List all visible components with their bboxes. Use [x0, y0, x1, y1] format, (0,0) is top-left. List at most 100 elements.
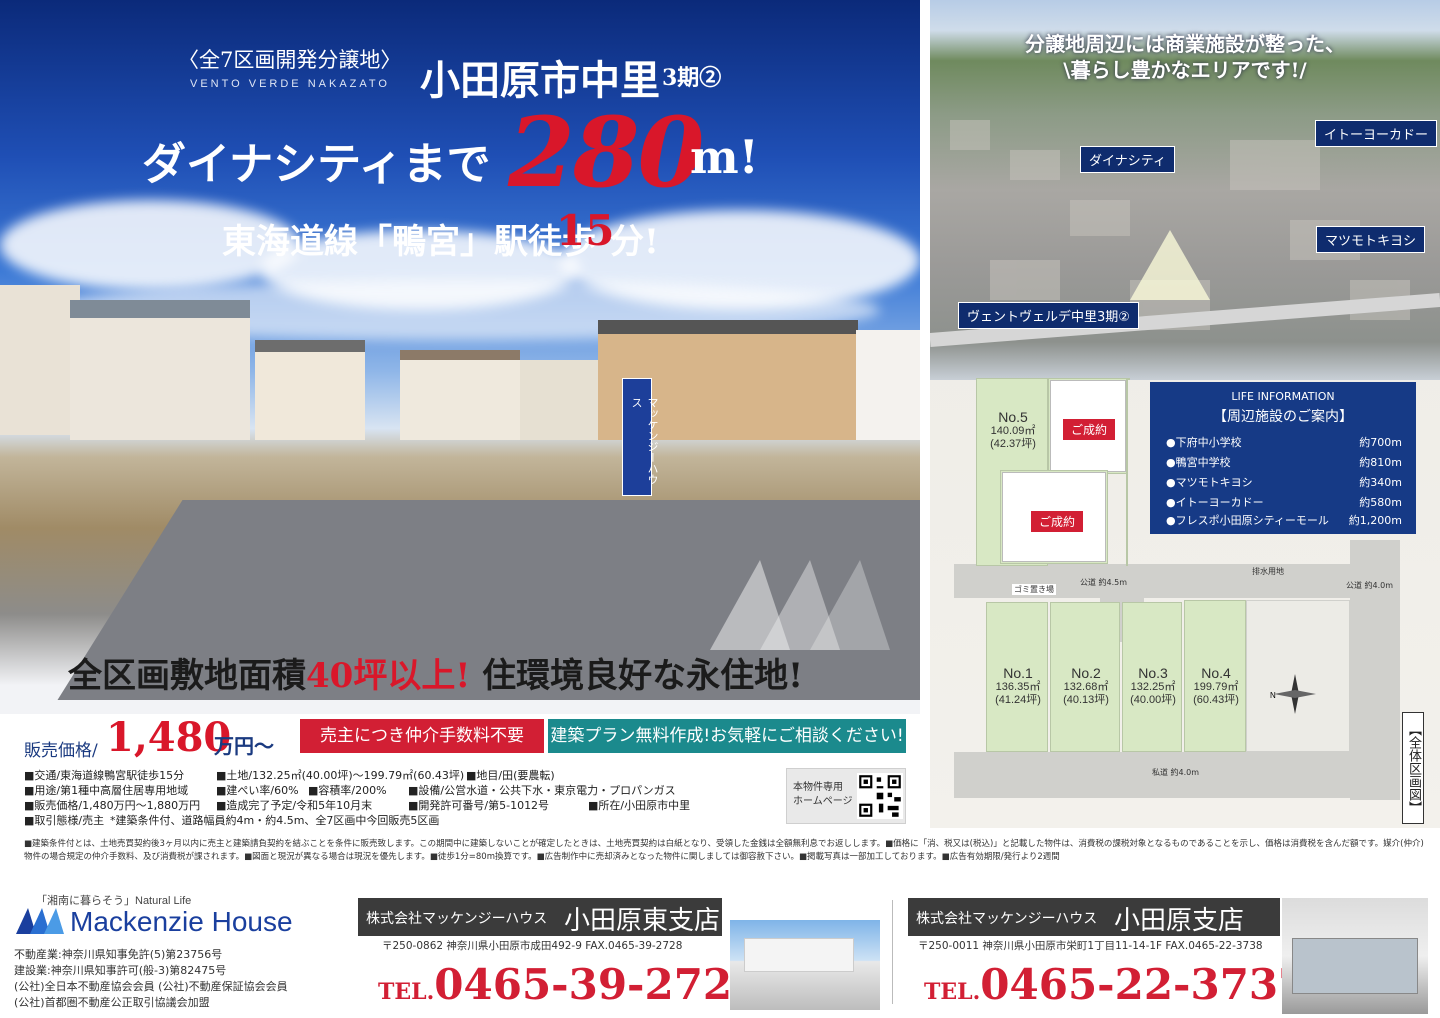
tel-number: 0465-22-3737: [980, 960, 1308, 1009]
spec-item: *建築条件付、道路幅員約4m・約4.5m、全7区画中今回販売5区画: [110, 814, 440, 827]
tel-prefix: TEL.: [924, 979, 981, 1005]
spec-item: ■設備/公営水道・公共下水・東京電力・プロパンガス: [408, 784, 676, 797]
life-title-en: LIFE INFORMATION: [1231, 390, 1335, 403]
lot-area-m2: 140.09㎡: [990, 425, 1036, 437]
license-line: 不動産業:神奈川県知事免許(5)第23756号: [14, 948, 223, 961]
lot-no2[interactable]: No.2 132.68㎡ (40.13坪): [1050, 602, 1120, 752]
lot-area-m2: 136.35㎡: [995, 681, 1041, 693]
life-item-distance: 約580m: [1359, 496, 1402, 509]
lot-area-tsubo: (42.37坪): [990, 438, 1036, 450]
spec-item: ■交通/東海道線鴨宮駅徒歩15分: [24, 769, 185, 782]
spec-item: ■容積率/200%: [308, 784, 387, 797]
license-line: (公社)首都圏不動産公正取引協議会加盟: [14, 996, 210, 1009]
store-address: 〒250-0862 神奈川県小田原市成田492-9 FAX.0465-39-27…: [382, 940, 683, 952]
life-item-distance: 約810m: [1359, 456, 1402, 469]
lot-sold-a: ご成約: [1050, 380, 1126, 472]
footer-divider: [892, 900, 893, 1004]
flag-text: マッケンジーハウス: [630, 397, 659, 485]
spec-item: ■開発許可番号/第5-1012号: [408, 799, 550, 812]
house: [400, 350, 520, 440]
brand-name: Mackenzie House: [70, 906, 293, 937]
lot-no1[interactable]: No.1 136.35㎡ (41.24坪): [986, 602, 1048, 752]
license-line: (公社)全日本不動産協会会員 (公社)不動産保証協会会員: [14, 980, 288, 993]
headline-station-prefix: 東海道線「鴨宮」駅徒歩: [222, 222, 596, 262]
lot-no4[interactable]: No.4 199.79㎡ (60.43坪): [1184, 600, 1246, 752]
phase-label: 3期②: [662, 65, 722, 91]
aerial-photo: 分譲地周辺には商業施設が整った、 \暮らし豊かなエリアです!/ イトーヨーカドー…: [930, 0, 1440, 380]
qr-code-block[interactable]: 本物件専用 ホームページ: [786, 768, 906, 824]
store-name: 小田原東支店: [564, 906, 721, 936]
road-label-private: 私道 約4.0m: [1152, 768, 1200, 777]
lot-no1-text: No.1 136.35㎡ (41.24坪): [987, 665, 1049, 707]
aerial-caption-line2: \暮らし豊かなエリアです!/: [1063, 58, 1307, 82]
store-company: 株式会社マッケンジーハウス: [916, 911, 1098, 927]
lot-sold-b: ご成約: [1002, 472, 1106, 562]
spec-item: ■販売価格/1,480万円〜1,880万円: [24, 799, 201, 812]
lot-no4-text: No.4 199.79㎡ (60.43坪): [1185, 665, 1247, 707]
lot-name: No.4: [1201, 665, 1231, 681]
lot-area-m2: 199.79㎡: [1193, 681, 1239, 693]
store-photo-east: [730, 920, 880, 1010]
hero-photo-panel: マッケンジーハウス: [0, 0, 920, 714]
svg-text:N: N: [1270, 691, 1276, 700]
house: [520, 360, 610, 440]
lot-area-tsubo: (40.13坪): [1063, 694, 1109, 706]
headline-distance-prefix: ダイナシティまで: [142, 139, 491, 190]
life-item-name: ●フレスポ小田原シティーモール: [1166, 514, 1329, 527]
english-project-name: VENTO VERDE NAKAZATO: [190, 78, 390, 90]
price-value: 1,480: [106, 714, 232, 761]
lot-area-m2: 132.68㎡: [1063, 681, 1109, 693]
road-label-garbage: ゴミ置き場: [1012, 584, 1056, 595]
spec-item: ■所在/小田原市中里: [588, 799, 691, 812]
headline-distance-unit: m!: [690, 130, 759, 184]
area-headline-number: 40: [306, 656, 354, 696]
lot-area-tsubo: (60.43坪): [1193, 694, 1239, 706]
area-headline-c: 住環境良好な永住地!: [470, 656, 804, 696]
legal-notes: ■建築条件付とは、土地売買契約後3ヶ月以内に売主と建築請負契約を結ぶことを条件に…: [24, 839, 1424, 862]
lot-spacer: [1128, 378, 1130, 380]
tel-number: 0465-39-2727: [434, 960, 762, 1009]
area-headline: 全区画敷地面積40坪以上! 住環境良好な永住地!: [68, 648, 803, 697]
store-header-east: 株式会社マッケンジーハウス 小田原東支店: [358, 898, 722, 936]
area-info-panel: 分譲地周辺には商業施設が整った、 \暮らし豊かなエリアです!/ イトーヨーカドー…: [930, 0, 1440, 828]
qr-code-icon[interactable]: [857, 773, 903, 819]
no-commission-badge: 売主につき仲介手数料不要: [300, 719, 544, 753]
life-item-name: ●イトーヨーカドー: [1166, 496, 1264, 509]
house: [856, 330, 920, 440]
development-label: 〈全7区画開発分譲地〉: [178, 48, 402, 72]
lot-no3-text: No.3 132.25㎡ (40.00坪): [1123, 665, 1183, 707]
store-address: 〒250-0011 神奈川県小田原市栄町1丁目11-14-1F FAX.0465…: [918, 940, 1263, 952]
lot-no3[interactable]: No.3 132.25㎡ (40.00坪): [1122, 602, 1182, 752]
headline-station-minutes: 15: [556, 206, 615, 255]
qr-label-line2: ホームページ: [793, 796, 853, 807]
store-phone-main[interactable]: TEL.0465-22-3737: [924, 960, 1307, 1009]
sales-flag: マッケンジーハウス: [622, 378, 659, 496]
spec-item: ■用途/第1種中高層住居専用地域: [24, 784, 189, 797]
lot-area-tsubo: (40.00坪): [1130, 694, 1176, 706]
spec-item: ■建ぺい率/60%: [216, 784, 299, 797]
pin-ito-yokado: イトーヨーカドー: [1315, 120, 1438, 147]
qr-label-line1: 本物件専用: [793, 782, 843, 793]
store-phone-east[interactable]: TEL.0465-39-2727: [378, 960, 761, 1009]
life-item-distance: 約1,200m: [1348, 514, 1402, 527]
store-photo-main: [1282, 898, 1428, 1014]
compass-icon: N: [1270, 674, 1316, 714]
lot-name: No.5: [998, 409, 1028, 425]
overall-plan-label: 【全体区画図】: [1402, 712, 1424, 824]
life-information-box: LIFE INFORMATION 【周辺施設のご案内】 ●下府中小学校 約700…: [1150, 382, 1416, 534]
road-label-public-40: 公道 約4.0m: [1346, 581, 1394, 590]
spec-item: ■土地/132.25㎡(40.00坪)〜199.79㎡(60.43坪): [216, 769, 465, 782]
house: [255, 340, 365, 440]
spec-item: ■取引態様/売主: [24, 814, 105, 827]
life-item-name: ●マツモトキヨシ: [1166, 476, 1253, 489]
price-unit: 万円〜: [214, 734, 274, 758]
house: [0, 285, 80, 435]
headline-station-unit: 分!: [610, 222, 659, 262]
headline-distance-number: 280: [508, 96, 704, 209]
free-plan-badge: 建築プラン無料作成!お気軽にご相談ください!: [548, 719, 906, 753]
road-label-drainage: 排水用地: [1252, 567, 1284, 576]
pin-matsumoto-kiyoshi: マツモトキヨシ: [1316, 226, 1426, 253]
aerial-caption-line1: 分譲地周辺には商業施設が整った、: [1025, 32, 1345, 56]
life-title-jp: 【周辺施設のご案内】: [1213, 409, 1353, 425]
tel-prefix: TEL.: [378, 979, 435, 1005]
